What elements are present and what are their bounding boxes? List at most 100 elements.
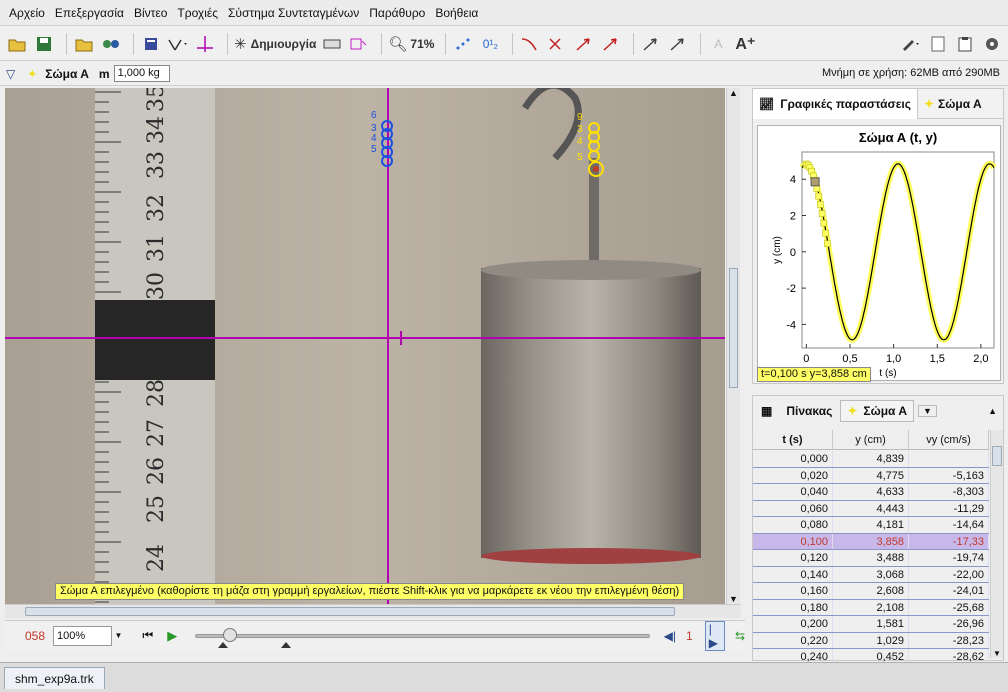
table-cell: -22,00: [909, 566, 989, 582]
acceleration-icon[interactable]: [600, 32, 622, 56]
ruler-icon[interactable]: [321, 32, 343, 56]
tab-track[interactable]: ✦ Σώμα Α: [918, 89, 988, 119]
h-scroll-thumb[interactable]: [25, 607, 675, 616]
menu-file[interactable]: Αρχείο: [9, 6, 45, 20]
menu-video[interactable]: Βίντεο: [134, 6, 167, 20]
file-tab[interactable]: shm_exp9a.trk: [4, 667, 105, 689]
data-point[interactable]: [820, 219, 828, 227]
momentum-icon[interactable]: [667, 32, 689, 56]
menu-tracks[interactable]: Τροχιές: [177, 6, 218, 20]
table-body: 0,000 4,839 0,020 4,775 -5,163 0,040 4,633 -8,3…: [753, 451, 989, 666]
table-row[interactable]: 0,000 4,839: [753, 451, 989, 468]
force-icon[interactable]: [640, 32, 662, 56]
axes-icon[interactable]: [194, 32, 216, 56]
notes-icon[interactable]: [927, 32, 949, 56]
slider-knob[interactable]: [223, 627, 238, 642]
clipboard-icon[interactable]: [954, 32, 976, 56]
table-row[interactable]: 0,020 4,775 -5,163: [753, 467, 989, 484]
labels-icon[interactable]: 0¹₂: [479, 32, 501, 56]
table-scroll-thumb[interactable]: [992, 446, 1002, 466]
table-row[interactable]: 0,100 3,858 -17,33: [753, 533, 989, 550]
video-view[interactable]: 35 34 33 32 31 30 28 27 26 25 24 6 3 4 5: [5, 88, 725, 604]
col-header-t[interactable]: t (s): [753, 430, 833, 449]
settings-icon[interactable]: [981, 32, 1003, 56]
frame-number[interactable]: 058: [25, 629, 45, 643]
pencil-icon[interactable]: [900, 32, 922, 56]
scroll-thumb[interactable]: [729, 268, 738, 388]
data-point[interactable]: [824, 240, 831, 247]
table-row[interactable]: 0,040 4,633 -8,303: [753, 484, 989, 501]
data-point[interactable]: [817, 201, 824, 208]
go-to-start-icon[interactable]: ⏮: [142, 628, 153, 643]
menu-edit[interactable]: Επεξεργασία: [55, 6, 124, 20]
zoom-dropdown-icon[interactable]: ▼: [114, 631, 122, 640]
open-video-icon[interactable]: [73, 32, 95, 56]
table-row[interactable]: 0,180 2,108 -25,68: [753, 599, 989, 616]
magnifier-tool-icon[interactable]: [348, 32, 370, 56]
table-scrollbar[interactable]: ▼: [990, 430, 1003, 658]
tab-graphs[interactable]: 📈︎ Γραφικές παραστάσεις: [753, 88, 918, 119]
col-header-y[interactable]: y (cm): [833, 430, 909, 449]
data-point[interactable]: [815, 192, 822, 200]
create-track-button[interactable]: ✳ Δημιουργία: [234, 32, 316, 56]
frame-slider[interactable]: [195, 626, 651, 648]
velocity-icon[interactable]: [573, 32, 595, 56]
open-folder-icon[interactable]: [6, 32, 28, 56]
table-row[interactable]: 0,120 3,488 -19,74: [753, 550, 989, 567]
table-cell: 1,581: [833, 616, 909, 632]
selected-data-point[interactable]: [810, 177, 820, 187]
data-point[interactable]: [822, 229, 829, 237]
data-point[interactable]: [818, 210, 826, 217]
table-row[interactable]: 0,160 2,608 -24,01: [753, 583, 989, 600]
col-header-vy[interactable]: vy (cm/s): [909, 430, 989, 449]
table-row[interactable]: 0,060 4,443 -11,29: [753, 500, 989, 517]
ruler-number: 26: [144, 457, 169, 485]
plot-area[interactable]: Σώμα Α (t, y) t (s) y (cm) 0 0,5 1,0 1,5 2,0 4 2 0…: [757, 125, 1001, 381]
table-row[interactable]: 0,140 3,068 -22,00: [753, 566, 989, 583]
data-point[interactable]: [813, 185, 821, 192]
table-scroll-down-icon[interactable]: ▼: [991, 649, 1003, 658]
clip-settings-icon[interactable]: [140, 32, 162, 56]
table-row[interactable]: 0,220 1,029 -28,23: [753, 632, 989, 649]
table-collapse-icon[interactable]: ▲: [988, 406, 997, 416]
step-size[interactable]: 1: [686, 629, 693, 643]
calibration-icon[interactable]: [167, 32, 189, 56]
zoom-select[interactable]: 100%: [53, 625, 113, 646]
position-icon[interactable]: [546, 32, 568, 56]
video-horizontal-scrollbar[interactable]: [5, 604, 741, 618]
path-icon[interactable]: [519, 32, 541, 56]
save-icon[interactable]: [33, 32, 55, 56]
table-cell: -17,33: [909, 533, 989, 549]
zoom-button[interactable]: 🔍︎ 71%: [388, 32, 434, 56]
step-back-icon[interactable]: ◀|: [664, 629, 676, 643]
plot-panel: 📈︎ Γραφικές παραστάσεις ✦ Σώμα Α Σώμα Α (t…: [752, 88, 1004, 384]
toolbar-divider: [445, 32, 447, 55]
table-dropdown-icon[interactable]: ▼: [918, 405, 937, 417]
table-title: Πίνακας: [786, 404, 833, 418]
track-control-bar: ▽ ✦ Σώμα Α m 1,000 kg Μνήμη σε χρήση: 62…: [0, 62, 1008, 86]
table-cell: 4,633: [833, 484, 909, 500]
font-larger-icon[interactable]: A⁺: [734, 32, 756, 56]
scroll-down-arrow-icon[interactable]: ▼: [727, 594, 740, 604]
video-vertical-scrollbar[interactable]: ▲ ▼: [726, 88, 740, 604]
track-menu-chevron-icon[interactable]: ▽: [6, 67, 15, 81]
table-cell: 0,040: [753, 484, 833, 500]
end-frame-marker[interactable]: [281, 641, 292, 648]
table-row[interactable]: 0,200 1,581 -26,96: [753, 616, 989, 633]
table-object-button[interactable]: ✦ Σώμα Α: [840, 400, 914, 422]
menu-help[interactable]: Βοήθεια: [435, 6, 478, 20]
mass-field[interactable]: 1,000 kg: [113, 65, 170, 82]
tracker-window: Αρχείο Επεξεργασία Βίντεο Τροχιές Σύστημ…: [0, 0, 1008, 692]
step-forward-icon[interactable]: |▶: [704, 620, 725, 651]
menu-coordinates[interactable]: Σύστημα Συντεταγμένων: [228, 6, 359, 20]
trace-points-icon[interactable]: [452, 32, 474, 56]
start-frame-marker[interactable]: [218, 641, 229, 648]
import-icon[interactable]: [100, 32, 122, 56]
menu-window[interactable]: Παράθυρο: [369, 6, 425, 20]
play-icon[interactable]: ▶: [167, 628, 177, 644]
scroll-up-arrow-icon[interactable]: ▲: [727, 88, 740, 98]
font-smaller-icon[interactable]: A: [707, 32, 729, 56]
track-name[interactable]: Σώμα Α: [45, 67, 89, 81]
table-row[interactable]: 0,080 4,181 -14,64: [753, 517, 989, 534]
loop-icon[interactable]: ⇆: [735, 629, 745, 643]
